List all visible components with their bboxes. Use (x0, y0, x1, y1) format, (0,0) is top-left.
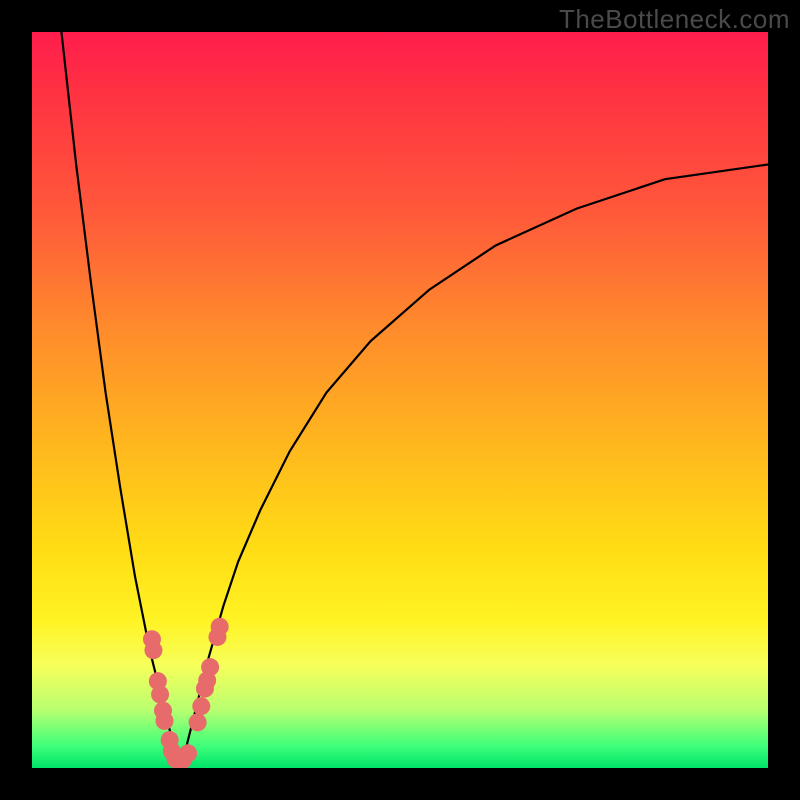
marker-dot (211, 618, 229, 636)
plot-area (32, 32, 768, 768)
chart-svg (32, 32, 768, 768)
watermark-text: TheBottleneck.com (559, 4, 790, 35)
marker-dot (179, 744, 197, 762)
marker-dot (189, 713, 207, 731)
curve-right (183, 164, 768, 760)
curve-right-path (183, 164, 768, 760)
marker-dot (151, 685, 169, 703)
outer-frame: TheBottleneck.com (0, 0, 800, 800)
marker-dot (192, 697, 210, 715)
marker-dot (201, 658, 219, 676)
marker-dot (155, 712, 173, 730)
marker-dot (144, 641, 162, 659)
marker-dots (143, 618, 229, 768)
